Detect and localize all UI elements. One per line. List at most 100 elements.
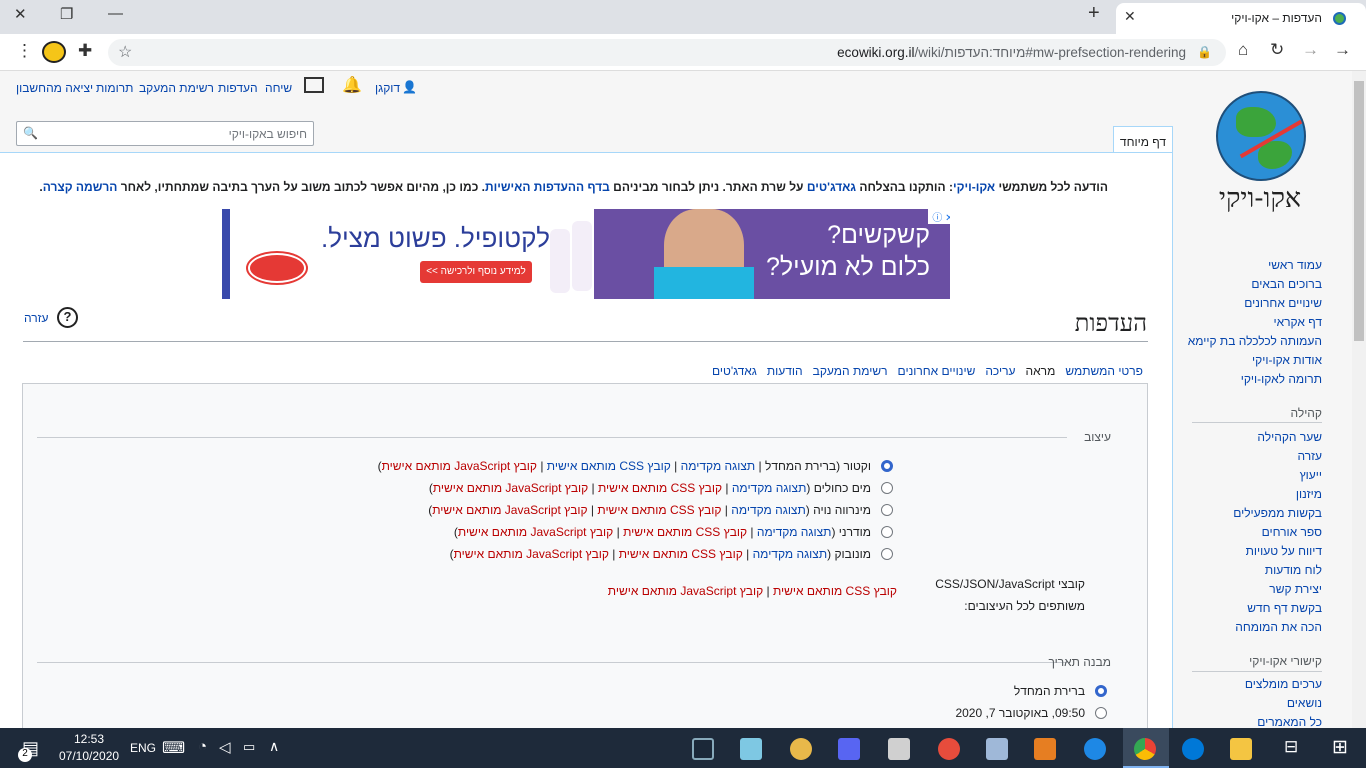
nav-item[interactable]: תרומה לאקו-ויקי [1188, 372, 1322, 391]
task-view-icon[interactable]: ⊟ [1284, 737, 1298, 757]
skin-radio[interactable] [881, 482, 893, 494]
js-link[interactable]: קובץ JavaScript מותאם אישית [432, 503, 587, 517]
js-link[interactable]: קובץ JavaScript מותאם אישית [454, 547, 609, 561]
paint-icon[interactable] [790, 738, 812, 760]
site-logo[interactable]: אקו-ויקי [1200, 91, 1320, 216]
nav-item[interactable]: דף אקראי [1188, 315, 1322, 334]
app-icon[interactable] [740, 738, 762, 760]
date-radio[interactable] [1095, 685, 1107, 697]
notice-link[interactable]: אקו-ויקי [953, 180, 995, 194]
search-icon[interactable]: 🔍 [23, 126, 38, 140]
nav-item[interactable]: העמותה לכלכלה בת קיימא [1188, 334, 1322, 353]
community-item[interactable]: מיזנון [1233, 487, 1322, 506]
preview-link[interactable]: תצוגה מקדימה [757, 525, 832, 539]
watchlist-link[interactable]: רשימת המעקב [139, 81, 214, 95]
chrome-icon[interactable] [1134, 738, 1156, 760]
extension-icon[interactable] [42, 41, 66, 63]
tab-special-page[interactable]: דף מיוחד [1113, 126, 1173, 153]
language-indicator[interactable]: ENG [130, 741, 156, 755]
logout-link[interactable]: יציאה מהחשבון [16, 81, 93, 95]
back-icon[interactable]: → [1334, 40, 1351, 60]
js-link[interactable]: קובץ JavaScript מותאם אישית [382, 459, 537, 473]
battery-icon[interactable]: ▭ [243, 739, 255, 755]
reload-icon[interactable]: ↻ [1270, 40, 1284, 60]
scrollbar-thumb[interactable] [1354, 81, 1364, 341]
keyboard-icon[interactable]: ⌨ [162, 738, 185, 758]
folder-icon[interactable] [1230, 738, 1252, 760]
menu-icon[interactable]: ⋮ [16, 41, 33, 61]
community-item[interactable]: בקשת דף חדש [1233, 601, 1322, 620]
tab-recent-changes[interactable]: שינויים אחרונים [893, 360, 981, 382]
palette-icon[interactable] [938, 738, 960, 760]
notices-icon[interactable] [304, 77, 324, 93]
tab-watchlist[interactable]: רשימת המעקב [808, 360, 893, 382]
community-item[interactable]: בקשות ממפעילים [1233, 506, 1322, 525]
tab-editing[interactable]: עריכה [980, 360, 1020, 382]
edge-icon[interactable] [1182, 738, 1204, 760]
calculator-icon[interactable] [888, 738, 910, 760]
links-item[interactable]: ערכים מומלצים [1245, 677, 1322, 696]
css-link[interactable]: קובץ CSS מותאם אישית [547, 459, 671, 473]
search-input[interactable]: 🔍 חיפוש באקו-ויקי [16, 121, 314, 146]
js-link[interactable]: קובץ JavaScript מותאם אישית [433, 481, 588, 495]
chevron-up-icon[interactable]: ∧ [269, 738, 279, 755]
css-link[interactable]: קובץ CSS מותאם אישית [619, 547, 743, 561]
nav-item[interactable]: עמוד ראשי [1188, 258, 1322, 277]
preview-link[interactable]: תצוגה מקדימה [731, 503, 806, 517]
community-item[interactable]: שער הקהילה [1233, 430, 1322, 449]
tab-gadgets[interactable]: גאדג'טים [707, 360, 762, 382]
browser-tab[interactable]: ✕ העדפות – אקו-ויקי [1116, 3, 1366, 34]
wifi-icon[interactable]: ◔ [198, 738, 207, 755]
bookmark-star-icon[interactable]: ☆ [118, 42, 132, 62]
clock-date[interactable]: 07/10/2020 [59, 749, 119, 763]
links-item[interactable]: כל המאמרים [1245, 715, 1322, 728]
community-item[interactable]: ספר אורחים [1233, 525, 1322, 544]
date-radio[interactable] [1095, 707, 1107, 719]
ie-icon[interactable] [1084, 738, 1106, 760]
community-item[interactable]: לוח מודעות [1233, 563, 1322, 582]
nav-item[interactable]: אודות אקו-ויקי [1188, 353, 1322, 372]
help-link[interactable]: עזרה [24, 311, 49, 325]
minimize-window-icon[interactable]: — [108, 5, 123, 22]
close-tab-icon[interactable]: ✕ [1124, 8, 1136, 25]
close-window-icon[interactable]: ✕ [14, 5, 27, 23]
skin-radio[interactable] [881, 504, 893, 516]
notice-link[interactable]: בדף ההעדפות האישיות [485, 180, 610, 194]
js-link[interactable]: קובץ JavaScript מותאם אישית [608, 584, 763, 598]
clock-time[interactable]: 12:53 [74, 732, 104, 746]
tab-notifications[interactable]: הודעות [762, 360, 808, 382]
user-link[interactable]: דוקגן [375, 81, 400, 95]
screenshot-icon[interactable] [986, 738, 1008, 760]
ad-banner[interactable]: לקטופיל. פשוט מציל. למידע נוסף ולרכישה >… [222, 209, 950, 299]
adchoices-icon[interactable]: ⓘ ✕ [928, 209, 950, 224]
community-item[interactable]: דיווח על טעויות [1233, 544, 1322, 563]
start-icon[interactable]: ⊞ [1332, 736, 1348, 759]
prefs-link[interactable]: העדפות [218, 81, 258, 95]
skin-radio[interactable] [881, 548, 893, 560]
skin-radio[interactable] [881, 526, 893, 538]
new-tab-icon[interactable]: + [1088, 2, 1100, 25]
community-item[interactable]: ייעוץ [1233, 468, 1322, 487]
volume-icon[interactable]: ◁ [219, 738, 231, 756]
preview-link[interactable]: תצוגה מקדימה [753, 547, 828, 561]
preview-link[interactable]: תצוגה מקדימה [681, 459, 756, 473]
chat-icon[interactable] [838, 738, 860, 760]
alerts-bell-icon[interactable]: 🔔 [342, 75, 362, 95]
css-link[interactable]: קובץ CSS מותאם אישית [597, 503, 721, 517]
media-player-icon[interactable] [1034, 738, 1056, 760]
nav-item[interactable]: שינויים אחרונים [1188, 296, 1322, 315]
omnibox[interactable]: ☆ ecowiki.org.il/wiki/מיוחד:העדפות#mw-pr… [108, 39, 1226, 66]
preview-link[interactable]: תצוגה מקדימה [732, 481, 807, 495]
community-item[interactable]: הכה את המומחה [1233, 620, 1322, 639]
forward-icon[interactable]: → [1302, 40, 1319, 60]
notice-link[interactable]: הרשמה קצרה [43, 180, 118, 194]
scrollbar[interactable] [1352, 71, 1366, 728]
css-link[interactable]: קובץ CSS מותאם אישית [598, 481, 722, 495]
js-link[interactable]: קובץ JavaScript מותאם אישית [458, 525, 613, 539]
notice-link[interactable]: גאדג'טים [807, 180, 856, 194]
ad-cta-button[interactable]: למידע נוסף ולרכישה >> [420, 261, 532, 283]
steam-icon[interactable] [692, 738, 714, 760]
tab-appearance[interactable]: מראה [1020, 360, 1061, 382]
extensions-icon[interactable]: ✚ [78, 41, 92, 61]
contribs-link[interactable]: תרומות [96, 81, 133, 95]
